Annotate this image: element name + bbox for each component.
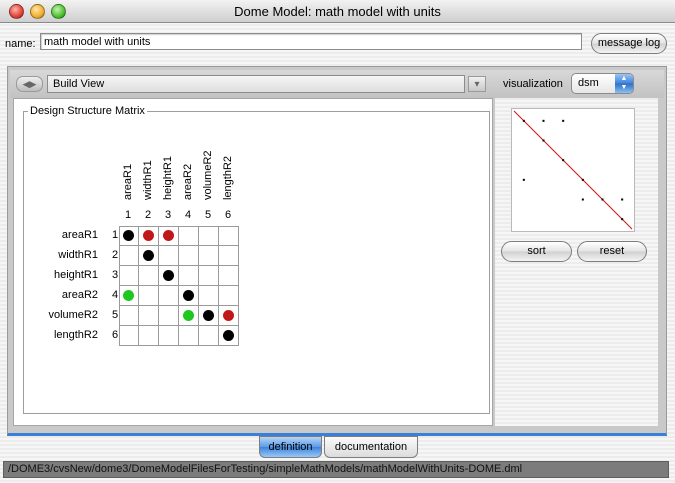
overview-dependency-point <box>601 198 604 201</box>
dsm-cell[interactable] <box>159 306 179 326</box>
dsm-cell[interactable] <box>199 266 219 286</box>
dsm-cell[interactable] <box>139 266 159 286</box>
dsm-row-index: 2 <box>112 249 119 261</box>
dsm-column-label: widthR1 <box>142 160 154 200</box>
overview-dependency-point <box>621 218 624 221</box>
dsm-row-index: 3 <box>112 269 119 281</box>
dsm-cell[interactable] <box>159 246 179 266</box>
dsm-dependency-dot <box>123 290 134 301</box>
tab-definition[interactable]: definition <box>259 436 322 458</box>
dsm-cell[interactable] <box>199 246 219 266</box>
dsm-title: Design Structure Matrix <box>28 105 147 117</box>
overview-diagonal-line <box>513 110 633 230</box>
dsm-row-index: 5 <box>112 309 119 321</box>
dsm-dependency-dot <box>223 330 234 341</box>
dsm-row-label: areaR2 <box>61 289 98 301</box>
dsm-cell[interactable] <box>199 326 219 346</box>
dsm-dependency-dot <box>223 310 234 321</box>
dsm-column-label: heightR1 <box>162 155 174 200</box>
dsm-dependency-dot <box>123 230 134 241</box>
tab-documentation[interactable]: documentation <box>324 436 418 458</box>
dsm-cell[interactable] <box>179 246 199 266</box>
dsm-overview-plot <box>511 108 635 232</box>
dsm-column-index: 1 <box>125 209 132 221</box>
reset-button[interactable]: reset <box>577 241 647 262</box>
overview-dependency-point <box>562 119 565 122</box>
dsm-dependency-dot <box>163 230 174 241</box>
overview-dependency-point <box>621 198 624 201</box>
dsm-group-box <box>23 111 490 414</box>
overview-dependency-point <box>542 119 545 122</box>
view-dropdown-arrow-icon[interactable]: ▾ <box>468 76 486 92</box>
visualization-select-value: dsm <box>578 77 599 89</box>
message-log-button[interactable]: message log <box>591 33 667 54</box>
dsm-cell[interactable] <box>219 266 239 286</box>
dsm-row-index: 6 <box>112 329 119 341</box>
dsm-cell[interactable] <box>159 286 179 306</box>
dsm-cell[interactable] <box>119 306 139 326</box>
dsm-row-index: 4 <box>112 289 119 301</box>
sort-button[interactable]: sort <box>501 241 572 262</box>
dsm-column-index: 5 <box>205 209 212 221</box>
dsm-row-label: heightR1 <box>53 269 98 281</box>
window-title: Dome Model: math model with units <box>234 4 441 19</box>
dsm-row-label: volumeR2 <box>48 309 98 321</box>
visualization-label: visualization <box>503 78 563 90</box>
dsm-row-label: areaR1 <box>61 229 98 241</box>
dsm-cell[interactable] <box>179 266 199 286</box>
dsm-column-index: 2 <box>145 209 152 221</box>
dsm-row-label: lengthR2 <box>53 329 98 341</box>
dsm-cell[interactable] <box>139 326 159 346</box>
dsm-column-label: lengthR2 <box>222 155 234 200</box>
overview-dependency-point <box>522 178 525 181</box>
dsm-column-label: areaR2 <box>182 163 194 200</box>
overview-dependency-point <box>522 119 525 122</box>
dsm-overview-svg <box>513 110 633 230</box>
overview-dependency-point <box>542 139 545 142</box>
dsm-cell[interactable] <box>219 246 239 266</box>
overview-dependency-point <box>562 159 565 162</box>
dsm-dependency-dot <box>163 270 174 281</box>
dsm-column-index: 6 <box>225 209 232 221</box>
dsm-cell[interactable] <box>199 286 219 306</box>
window-titlebar: Dome Model: math model with units <box>0 0 675 23</box>
file-path-status: /DOME3/cvsNew/dome3/DomeModelFilesForTes… <box>3 461 669 478</box>
dsm-column-label: volumeR2 <box>202 150 214 200</box>
dsm-column-label: areaR1 <box>122 163 134 200</box>
dsm-dependency-dot <box>183 310 194 321</box>
dsm-column-index: 3 <box>165 209 172 221</box>
overview-dependency-point <box>581 198 584 201</box>
dsm-dependency-dot <box>203 310 214 321</box>
dsm-cell[interactable] <box>219 226 239 246</box>
dsm-cell[interactable] <box>179 226 199 246</box>
dsm-column-index: 4 <box>185 209 192 221</box>
visualization-select[interactable]: dsm ▲ ▼ <box>571 73 634 94</box>
dsm-dependency-dot <box>143 250 154 261</box>
dsm-cell[interactable] <box>219 286 239 306</box>
dsm-cell[interactable] <box>159 326 179 346</box>
dsm-cell[interactable] <box>139 306 159 326</box>
dsm-cell[interactable] <box>119 266 139 286</box>
dsm-dependency-dot <box>143 230 154 241</box>
select-stepper-icon: ▲ ▼ <box>615 74 633 93</box>
dsm-row-label: widthR1 <box>58 249 98 261</box>
back-forward-arrows-icon[interactable]: ◀▶ <box>16 76 43 92</box>
view-selector-field[interactable]: Build View <box>47 75 465 93</box>
dsm-cell[interactable] <box>199 226 219 246</box>
dsm-cell[interactable] <box>119 246 139 266</box>
dsm-cell[interactable] <box>139 286 159 306</box>
dsm-cell[interactable] <box>119 326 139 346</box>
name-field[interactable]: math model with units <box>40 33 582 50</box>
dsm-cell[interactable] <box>179 326 199 346</box>
dsm-row-index: 1 <box>112 229 119 241</box>
overview-dependency-point <box>581 178 584 181</box>
dsm-dependency-dot <box>183 290 194 301</box>
name-label: name: <box>5 38 36 50</box>
